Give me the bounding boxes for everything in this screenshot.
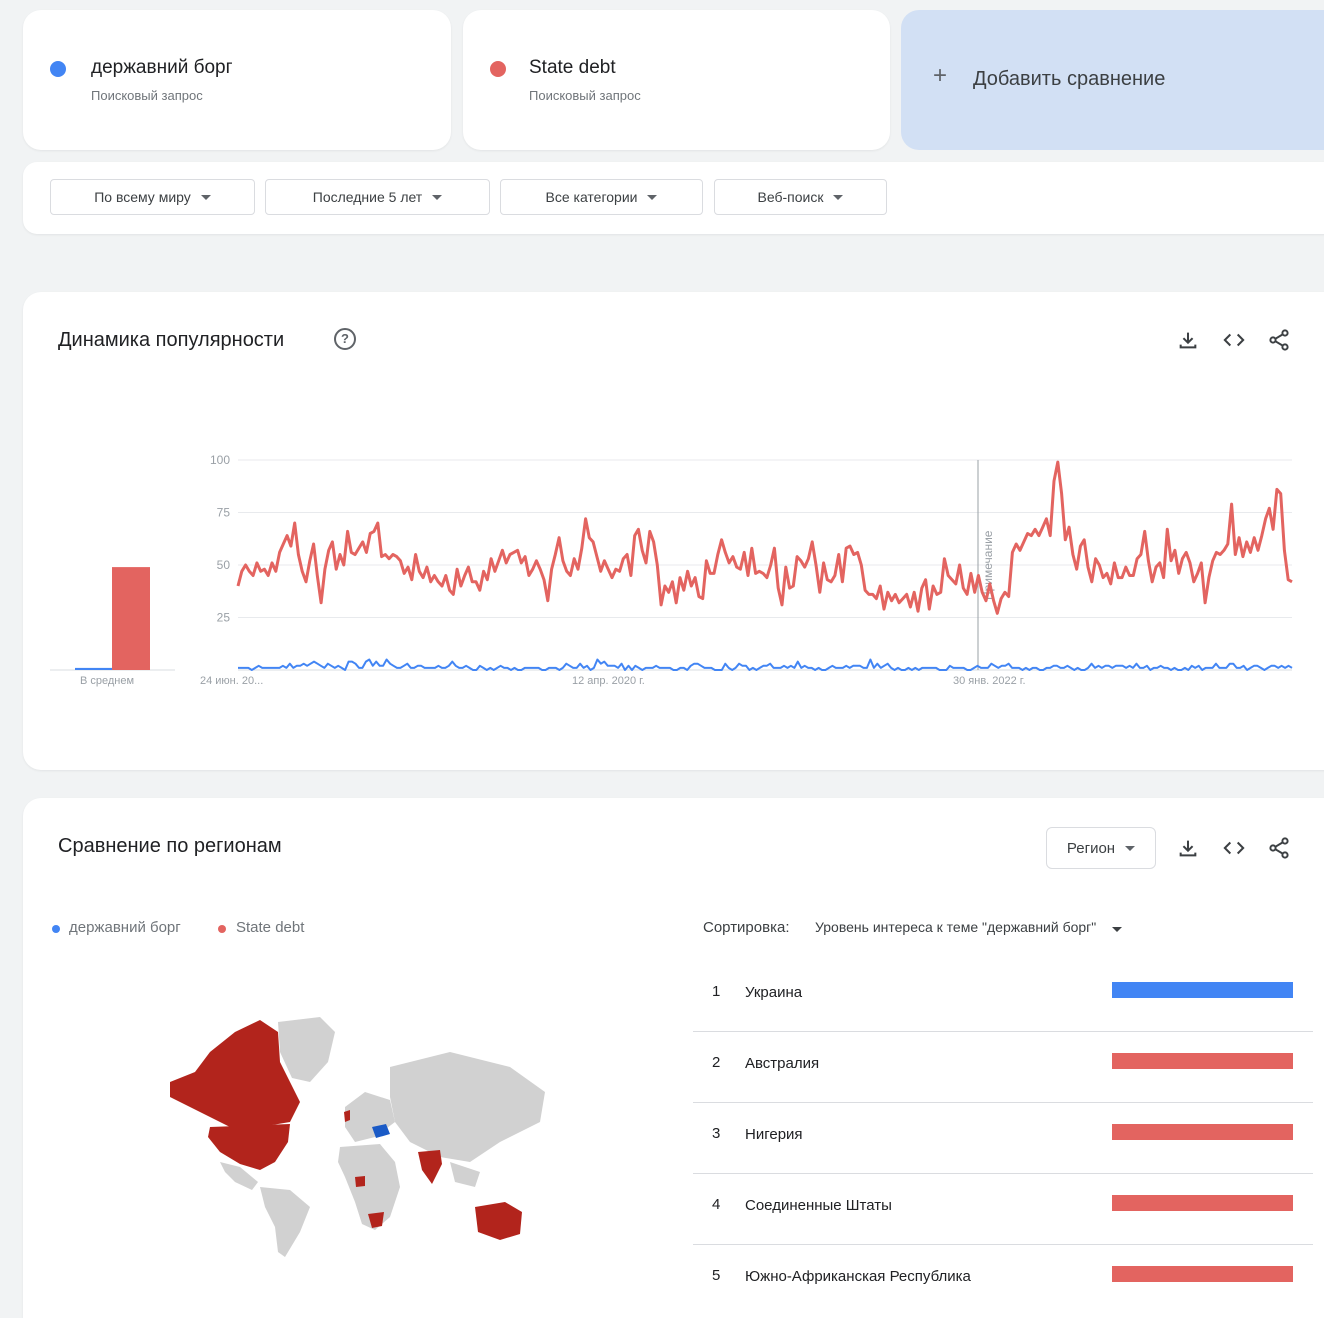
term-2-color-dot [490, 61, 506, 77]
legend-dot-term-1 [52, 925, 60, 933]
map-greenland [278, 1017, 335, 1082]
term-2-name[interactable]: State debt [529, 57, 616, 79]
sort-label: Сортировка: [703, 919, 790, 936]
download-icon[interactable] [1174, 326, 1202, 354]
region-bar [1112, 982, 1293, 998]
help-circle-icon[interactable]: ? [334, 328, 356, 350]
chevron-down-icon [647, 194, 658, 200]
embed-icon[interactable] [1220, 834, 1248, 862]
series-state-debt [236, 460, 1293, 615]
world-map[interactable] [150, 1012, 555, 1262]
y-tick-label: 100 [210, 453, 230, 467]
legend-term-1: державний борг [69, 919, 181, 936]
filter-time-range[interactable]: Последние 5 лет [265, 179, 490, 215]
legend-dot-term-2 [218, 925, 226, 933]
chevron-down-icon [1125, 845, 1136, 851]
interest-over-time-title: Динамика популярности [58, 329, 285, 351]
map-usa [208, 1124, 290, 1170]
legend-term-2: State debt [236, 919, 305, 936]
filter-region[interactable]: По всему миру [50, 179, 255, 215]
average-label: В среднем [80, 675, 135, 687]
term-1-type: Поисковый запрос [91, 88, 203, 103]
add-comparison-label: Добавить сравнение [973, 68, 1166, 90]
region-bar [1112, 1266, 1293, 1282]
term-2-type: Поисковый запрос [529, 88, 641, 103]
chevron-down-icon [833, 194, 844, 200]
y-tick-label: 75 [217, 506, 231, 520]
map-australia [475, 1202, 522, 1240]
filter-category-label: Все категории [545, 189, 638, 205]
sort-dropdown[interactable]: Уровень интереса к теме "державний борг" [815, 919, 1123, 935]
sort-value: Уровень интереса к теме "державний борг" [815, 919, 1097, 935]
plus-icon: + [933, 62, 948, 89]
filter-search-type-label: Веб-поиск [757, 189, 824, 205]
x-tick-label-1: 24 июн. 20... [200, 675, 264, 687]
region-rank: 3 [712, 1125, 721, 1142]
region-row[interactable]: 2 Австралия [693, 1032, 1313, 1103]
average-bar-term-2 [112, 567, 150, 670]
chevron-down-icon [432, 194, 443, 200]
x-tick-label-3: 30 янв. 2022 г. [953, 675, 1026, 687]
series-derzhavnyi-borg [238, 658, 1293, 671]
map-india [418, 1150, 442, 1184]
average-bar-term-1 [75, 667, 112, 670]
chevron-down-icon [200, 194, 211, 200]
interest-line-chart: 255075100 Примечание [210, 453, 1293, 671]
term-1-name[interactable]: державний борг [91, 57, 233, 79]
map-russia-asia [390, 1052, 545, 1162]
filter-region-label: По всему миру [94, 189, 191, 205]
term-card-1[interactable]: державний борг Поисковый запрос [23, 10, 451, 150]
region-name: Австралия [745, 1055, 820, 1072]
share-icon[interactable] [1265, 834, 1293, 862]
term-1-color-dot [50, 61, 66, 77]
region-rank: 1 [712, 983, 721, 1000]
add-comparison-button[interactable]: + Добавить сравнение [901, 10, 1324, 150]
region-bar [1112, 1195, 1293, 1211]
region-rank: 5 [712, 1267, 721, 1284]
region-bar [1112, 1053, 1293, 1069]
region-row[interactable]: 5 Южно-Африканская Республика [693, 1245, 1313, 1316]
region-row[interactable]: 1 Украина [693, 961, 1313, 1032]
y-tick-label: 50 [217, 558, 231, 572]
download-icon[interactable] [1174, 834, 1202, 862]
map-nigeria [355, 1176, 365, 1187]
x-tick-label-2: 12 апр. 2020 г. [572, 675, 645, 687]
region-dropdown-label: Регион [1066, 839, 1116, 857]
region-name: Соединенные Штаты [745, 1197, 892, 1214]
filter-search-type[interactable]: Веб-поиск [714, 179, 887, 215]
region-name: Нигерия [745, 1126, 803, 1143]
y-tick-label: 25 [217, 611, 231, 625]
region-dropdown[interactable]: Регион [1046, 827, 1156, 869]
term-card-2[interactable]: State debt Поисковый запрос [463, 10, 890, 150]
map-uk [344, 1110, 350, 1122]
chevron-down-icon [1112, 927, 1123, 932]
map-southeast-asia [450, 1162, 480, 1187]
map-south-america [260, 1187, 310, 1257]
region-rank: 2 [712, 1054, 721, 1071]
filter-time-label: Последние 5 лет [312, 189, 423, 205]
region-row[interactable]: 4 Соединенные Штаты [693, 1174, 1313, 1245]
region-bar [1112, 1124, 1293, 1140]
region-name: Украина [745, 984, 803, 1001]
region-comparison-title: Сравнение по регионам [58, 835, 282, 857]
filter-category[interactable]: Все категории [500, 179, 703, 215]
region-row[interactable]: 3 Нигерия [693, 1103, 1313, 1174]
region-rank: 4 [712, 1196, 721, 1213]
embed-icon[interactable] [1220, 326, 1248, 354]
average-chart [50, 567, 175, 671]
share-icon[interactable] [1265, 326, 1293, 354]
region-name: Южно-Африканская Республика [745, 1268, 971, 1285]
